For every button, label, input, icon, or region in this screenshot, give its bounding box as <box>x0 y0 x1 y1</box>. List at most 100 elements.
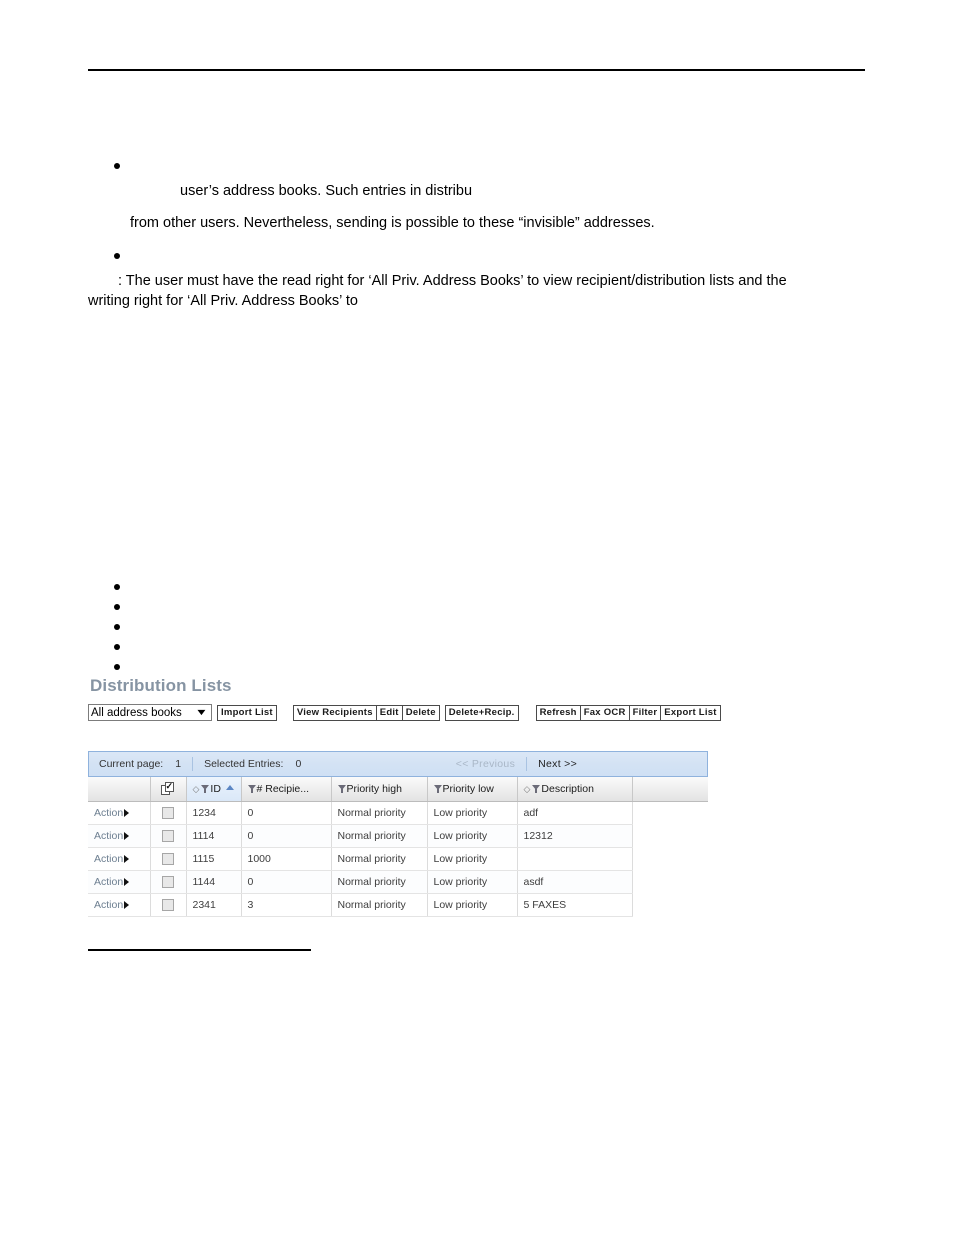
filter-icon[interactable] <box>201 784 210 793</box>
selected-entries-label: Selected Entries: <box>204 758 284 770</box>
footnote-separator <box>88 949 311 951</box>
sort-toggle-icon[interactable]: ◇ <box>193 784 200 795</box>
cell-filler <box>632 893 708 916</box>
row-checkbox[interactable] <box>162 806 174 819</box>
table-row[interactable]: Action 1144 0 Normal priority Low priority as… <box>88 870 708 894</box>
arrow-right-icon <box>124 808 130 817</box>
filter-icon[interactable] <box>433 784 442 793</box>
document-body: user’s address books. Such entries in di… <box>88 155 878 311</box>
row-checkbox[interactable] <box>162 829 174 842</box>
refresh-button[interactable]: Refresh <box>535 704 581 721</box>
table-row[interactable]: Action 1115 1000 Normal priority Low priorit… <box>88 847 708 871</box>
fax-ocr-button[interactable]: Fax OCR <box>579 704 630 721</box>
toolbar: All address books ▼ Import List View Rec… <box>88 703 768 722</box>
cell-id: 1115 <box>186 847 242 871</box>
export-list-button[interactable]: Export List <box>660 704 721 721</box>
column-header-priority-low[interactable]: Priority low <box>427 777 518 802</box>
cell-select[interactable] <box>150 824 187 848</box>
table-row[interactable]: Action 2341 3 Normal priority Low priority 5 … <box>88 893 708 917</box>
action-label: Action <box>94 875 124 888</box>
cell-action[interactable]: Action <box>88 824 151 848</box>
action-menu-button[interactable]: Action <box>94 807 130 819</box>
selected-entries-value: 0 <box>295 758 302 770</box>
column-header-recipients-label: # Recipie... <box>256 782 310 795</box>
cell-recipients: 0 <box>241 870 332 894</box>
cell-recipients: 3 <box>241 893 332 917</box>
cell-recipients: 0 <box>241 824 332 848</box>
edit-button[interactable]: Edit <box>375 704 403 721</box>
row-checkbox[interactable] <box>162 852 174 865</box>
cell-select[interactable] <box>150 847 187 871</box>
cell-description: 5 FAXES <box>517 893 633 917</box>
filter-icon[interactable] <box>247 784 256 793</box>
cell-priority-low: Low priority <box>427 870 518 894</box>
action-menu-button[interactable]: Action <box>94 830 130 842</box>
previous-page-button[interactable]: << Previous <box>456 758 515 770</box>
bullet-dot-icon <box>114 624 120 630</box>
grid-container: Current page: 1 Selected Entries: 0 << P… <box>88 751 708 917</box>
cell-recipients: 0 <box>241 801 332 825</box>
row-checkbox[interactable] <box>162 875 174 888</box>
bullet-item <box>88 618 348 638</box>
column-header-description-label: Description <box>541 782 594 795</box>
cell-id: 2341 <box>186 893 242 917</box>
sort-toggle-icon[interactable]: ◇ <box>524 784 531 795</box>
column-header-priority-high-label: Priority high <box>346 782 402 795</box>
cell-description <box>517 847 633 871</box>
cell-priority-high: Normal priority <box>331 847 428 871</box>
paragraph-4: writing right for ‘All Priv. Address Boo… <box>88 293 358 309</box>
cell-action[interactable]: Action <box>88 893 151 917</box>
cell-id: 1114 <box>186 824 242 848</box>
filter-icon[interactable] <box>337 784 346 793</box>
address-book-select-value: All address books <box>91 706 182 719</box>
view-recipients-button[interactable]: View Recipients <box>292 704 377 721</box>
action-menu-button[interactable]: Action <box>94 875 130 888</box>
bullet-dot-icon <box>114 253 120 259</box>
filter-button[interactable]: Filter <box>628 704 662 721</box>
action-menu-button[interactable]: Action <box>94 898 130 911</box>
row-checkbox[interactable] <box>162 898 174 911</box>
column-header-id[interactable]: ◇ ID <box>186 777 242 802</box>
address-book-select[interactable]: All address books ▼ <box>88 704 212 721</box>
chevron-down-icon: ▼ <box>194 707 209 717</box>
filter-icon[interactable] <box>532 784 541 793</box>
pager-bar: Current page: 1 Selected Entries: 0 << P… <box>88 751 708 777</box>
column-header-recipients[interactable]: # Recipie... <box>241 777 332 802</box>
cell-recipients: 1000 <box>241 847 332 871</box>
paragraph-1: user’s address books. Such entries in di… <box>180 183 473 199</box>
table-header-row: ✓ ◇ ID # Recipie... Priority high Priorit… <box>88 777 708 802</box>
paragraph-3: : The user must have the read right for … <box>118 273 787 289</box>
bullet-dot-icon <box>114 644 120 650</box>
current-page-value: 1 <box>175 758 182 770</box>
bullet-item <box>88 245 878 271</box>
cell-action[interactable]: Action <box>88 847 151 871</box>
cell-action[interactable]: Action <box>88 870 151 894</box>
bullet-item <box>88 578 348 598</box>
import-list-button[interactable]: Import List <box>217 704 277 721</box>
cell-select[interactable] <box>150 801 187 825</box>
action-label: Action <box>94 898 124 911</box>
empty-bullet-list <box>88 578 348 678</box>
delete-button[interactable]: Delete <box>401 704 440 721</box>
arrow-right-icon <box>124 831 130 840</box>
table-row[interactable]: Action 1114 0 Normal priority Low priority 12… <box>88 824 708 848</box>
arrow-right-icon <box>124 900 130 909</box>
bullet-dot-icon <box>114 163 120 169</box>
distribution-lists-table: ✓ ◇ ID # Recipie... Priority high Priorit… <box>88 777 708 917</box>
action-menu-button[interactable]: Action <box>94 853 130 865</box>
column-header-select-all[interactable]: ✓ <box>150 777 187 802</box>
column-header-description[interactable]: ◇ Description <box>517 777 633 802</box>
table-row[interactable]: Action 1234 0 Normal priority Low priority ad… <box>88 801 708 825</box>
next-page-button[interactable]: Next >> <box>538 758 577 770</box>
bullet-item <box>88 638 348 658</box>
cell-select[interactable] <box>150 893 187 917</box>
cell-action[interactable]: Action <box>88 801 151 825</box>
column-header-action <box>88 777 151 802</box>
cell-filler <box>632 847 708 870</box>
cell-priority-low: Low priority <box>427 893 518 917</box>
column-header-priority-high[interactable]: Priority high <box>331 777 428 802</box>
delete-plus-recipients-button[interactable]: Delete+Recip. <box>444 704 519 721</box>
sort-ascending-icon[interactable] <box>225 784 234 790</box>
select-all-icon[interactable]: ✓ <box>160 781 176 796</box>
cell-select[interactable] <box>150 870 187 894</box>
